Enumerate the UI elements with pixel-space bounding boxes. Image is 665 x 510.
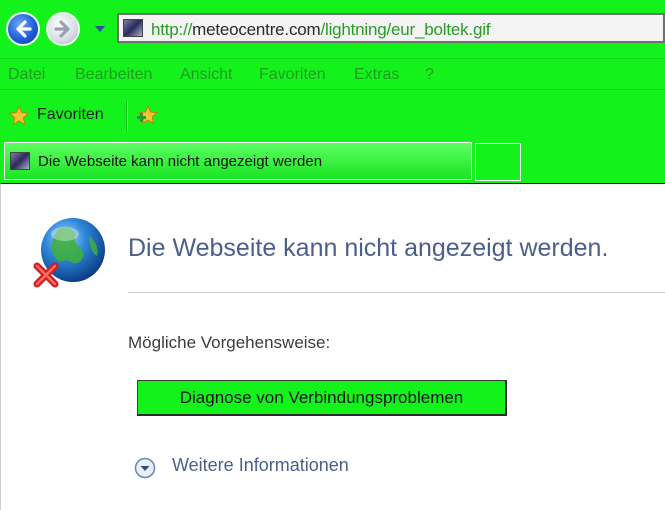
- address-bar[interactable]: http://meteocentre.com/lightning/eur_bol…: [117, 13, 665, 43]
- url-path: /lightning/eur_boltek.gif: [320, 20, 491, 39]
- error-page: Die Webseite kann nicht angezeigt werden…: [0, 183, 665, 510]
- browser-chrome: http://meteocentre.com/lightning/eur_bol…: [0, 0, 665, 183]
- menu-item-extras[interactable]: Extras: [354, 66, 399, 84]
- forward-button[interactable]: [46, 12, 80, 46]
- navigation-bar: http://meteocentre.com/lightning/eur_bol…: [0, 0, 665, 56]
- menu-item-ansicht[interactable]: Ansicht: [180, 66, 232, 84]
- menu-bar: Datei Bearbeiten Ansicht Favoriten Extra…: [0, 58, 665, 90]
- new-tab-button[interactable]: [475, 143, 521, 181]
- url-text[interactable]: http://meteocentre.com/lightning/eur_bol…: [151, 20, 491, 40]
- url-domain: meteocentre.com: [192, 20, 321, 39]
- back-button[interactable]: [6, 12, 40, 46]
- favorites-button-label[interactable]: Favoriten: [37, 106, 104, 124]
- page-favicon-icon: [123, 19, 143, 37]
- tab-bar: Die Webseite kann nicht angezeigt werden: [0, 140, 665, 183]
- expand-chevron-icon[interactable]: [134, 457, 156, 479]
- error-title: Die Webseite kann nicht angezeigt werden…: [128, 234, 609, 262]
- history-dropdown-icon[interactable]: [93, 22, 107, 36]
- url-prefix: http://: [151, 20, 193, 39]
- tab-current[interactable]: Die Webseite kann nicht angezeigt werden: [4, 142, 472, 180]
- menu-item-favoriten[interactable]: Favoriten: [259, 66, 326, 84]
- options-label: Mögliche Vorgehensweise:: [128, 333, 331, 352]
- page-favicon-icon: [10, 152, 30, 170]
- diagnose-connection-button[interactable]: Diagnose von Verbindungsproblemen: [137, 380, 507, 416]
- forward-arrow-icon: [54, 20, 70, 38]
- tab-label: Die Webseite kann nicht angezeigt werden: [38, 153, 323, 170]
- favorites-star-icon[interactable]: [8, 105, 30, 127]
- favorites-bar: Favoriten: [0, 95, 665, 137]
- divider: [128, 292, 665, 293]
- add-favorite-icon[interactable]: [136, 104, 160, 128]
- menu-item-help[interactable]: ?: [425, 66, 434, 84]
- back-arrow-icon: [16, 20, 32, 38]
- menu-item-datei[interactable]: Datei: [8, 66, 45, 84]
- toolbar-divider: [126, 101, 128, 131]
- more-information-link[interactable]: Weitere Informationen: [172, 455, 349, 476]
- globe-error-icon: [33, 218, 105, 288]
- menu-item-bearbeiten[interactable]: Bearbeiten: [75, 66, 152, 84]
